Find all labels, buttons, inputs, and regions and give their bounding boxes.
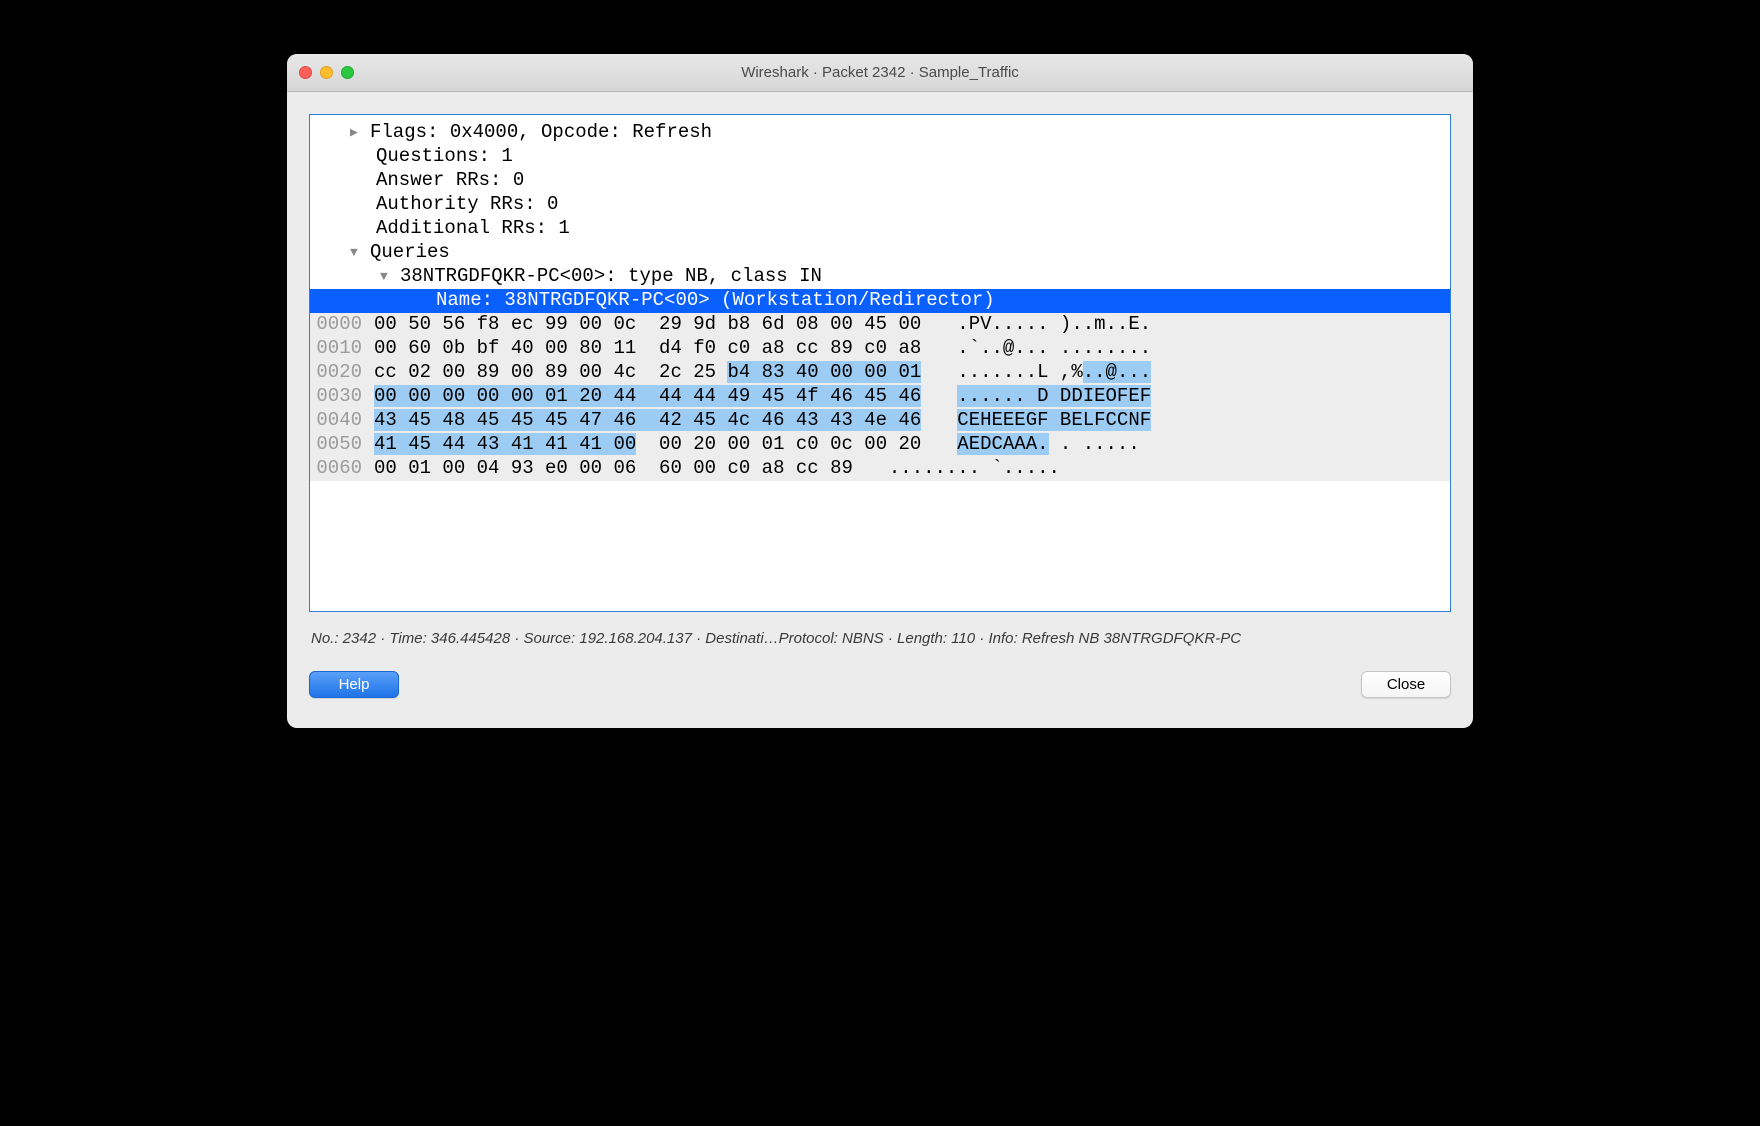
tree-label: Questions: 1: [376, 145, 513, 168]
help-button[interactable]: Help: [309, 671, 399, 698]
maximize-window-icon[interactable]: [341, 66, 354, 79]
tree-label: Additional RRs: 1: [376, 217, 570, 240]
expand-arrow-icon[interactable]: ▶: [350, 125, 366, 141]
hex-bytes: 00 50 56 f8 ec 99 00 0c 29 9d b8 6d 08 0…: [374, 313, 921, 336]
window-title: Wireshark · Packet 2342 · Sample_Traffic: [287, 64, 1473, 81]
tree-row-authority[interactable]: Authority RRs: 0: [310, 193, 1450, 217]
tree-row-answer[interactable]: Answer RRs: 0: [310, 169, 1450, 193]
close-window-icon[interactable]: [299, 66, 312, 79]
tree-row-additional[interactable]: Additional RRs: 1: [310, 217, 1450, 241]
packet-dialog: Wireshark · Packet 2342 · Sample_Traffic…: [287, 54, 1473, 728]
hex-offset: 0060: [310, 457, 374, 480]
hex-ascii: CEHEEEGF BELFCCNF: [957, 409, 1151, 432]
dialog-content: ▶ Flags: 0x4000, Opcode: Refresh Questio…: [287, 92, 1473, 728]
hex-bytes: 43 45 48 45 45 45 47 46 42 45 4c 46 43 4…: [374, 409, 921, 432]
tree-row-questions[interactable]: Questions: 1: [310, 145, 1450, 169]
hex-bytes: 00 60 0b bf 40 00 80 11 d4 f0 c0 a8 cc 8…: [374, 337, 921, 360]
close-button[interactable]: Close: [1361, 671, 1451, 698]
button-row: Help Close: [309, 671, 1451, 712]
hex-bytes: 00 01 00 04 93 e0 00 06 60 00 c0 a8 cc 8…: [374, 457, 853, 480]
hex-row[interactable]: 006000 01 00 04 93 e0 00 06 60 00 c0 a8 …: [310, 457, 1450, 481]
minimize-window-icon[interactable]: [320, 66, 333, 79]
hex-row[interactable]: 000000 50 56 f8 ec 99 00 0c 29 9d b8 6d …: [310, 313, 1450, 337]
hex-offset: 0040: [310, 409, 374, 432]
tree-row-queries[interactable]: ▼ Queries: [310, 241, 1450, 265]
tree-label: Queries: [370, 241, 450, 264]
hex-ascii: AEDCAAA. . .....: [957, 433, 1151, 456]
hex-row[interactable]: 001000 60 0b bf 40 00 80 11 d4 f0 c0 a8 …: [310, 337, 1450, 361]
hex-ascii: .PV..... )..m..E.: [957, 313, 1151, 336]
hex-row[interactable]: 004043 45 48 45 45 45 47 46 42 45 4c 46 …: [310, 409, 1450, 433]
tree-label: Authority RRs: 0: [376, 193, 558, 216]
tree-label: Name: 38NTRGDFQKR-PC<00> (Workstation/Re…: [436, 289, 995, 312]
hex-ascii: .......L ,%..@...: [957, 361, 1151, 384]
hex-row[interactable]: 005041 45 44 43 41 41 41 00 00 20 00 01 …: [310, 433, 1450, 457]
hex-offset: 0020: [310, 361, 374, 384]
collapse-arrow-icon[interactable]: ▼: [380, 269, 396, 285]
hex-offset: 0050: [310, 433, 374, 456]
titlebar[interactable]: Wireshark · Packet 2342 · Sample_Traffic: [287, 54, 1473, 92]
packet-panel: ▶ Flags: 0x4000, Opcode: Refresh Questio…: [309, 114, 1451, 612]
tree-row-name-selected[interactable]: Name: 38NTRGDFQKR-PC<00> (Workstation/Re…: [310, 289, 1450, 313]
hex-offset: 0030: [310, 385, 374, 408]
tree-label: Answer RRs: 0: [376, 169, 524, 192]
hex-ascii: ...... D DDIEOFEF: [957, 385, 1151, 408]
window-controls: [299, 66, 354, 79]
hex-pane[interactable]: 000000 50 56 f8 ec 99 00 0c 29 9d b8 6d …: [310, 313, 1450, 481]
hex-row[interactable]: 003000 00 00 00 00 01 20 44 44 44 49 45 …: [310, 385, 1450, 409]
hex-row[interactable]: 0020cc 02 00 89 00 89 00 4c 2c 25 b4 83 …: [310, 361, 1450, 385]
hex-offset: 0000: [310, 313, 374, 336]
status-line: No.: 2342 · Time: 346.445428 · Source: 1…: [309, 612, 1451, 671]
hex-offset: 0010: [310, 337, 374, 360]
packet-tree[interactable]: ▶ Flags: 0x4000, Opcode: Refresh Questio…: [310, 115, 1450, 313]
tree-label: 38NTRGDFQKR-PC<00>: type NB, class IN: [400, 265, 822, 288]
hex-bytes: cc 02 00 89 00 89 00 4c 2c 25 b4 83 40 0…: [374, 361, 921, 384]
tree-row-query-item[interactable]: ▼ 38NTRGDFQKR-PC<00>: type NB, class IN: [310, 265, 1450, 289]
tree-label: Flags: 0x4000, Opcode: Refresh: [370, 121, 712, 144]
tree-row-flags[interactable]: ▶ Flags: 0x4000, Opcode: Refresh: [310, 121, 1450, 145]
hex-ascii: .`..@... ........: [957, 337, 1151, 360]
hex-ascii: ........ `.....: [889, 457, 1060, 480]
collapse-arrow-icon[interactable]: ▼: [350, 245, 366, 261]
hex-bytes: 41 45 44 43 41 41 41 00 00 20 00 01 c0 0…: [374, 433, 921, 456]
hex-bytes: 00 00 00 00 00 01 20 44 44 44 49 45 4f 4…: [374, 385, 921, 408]
